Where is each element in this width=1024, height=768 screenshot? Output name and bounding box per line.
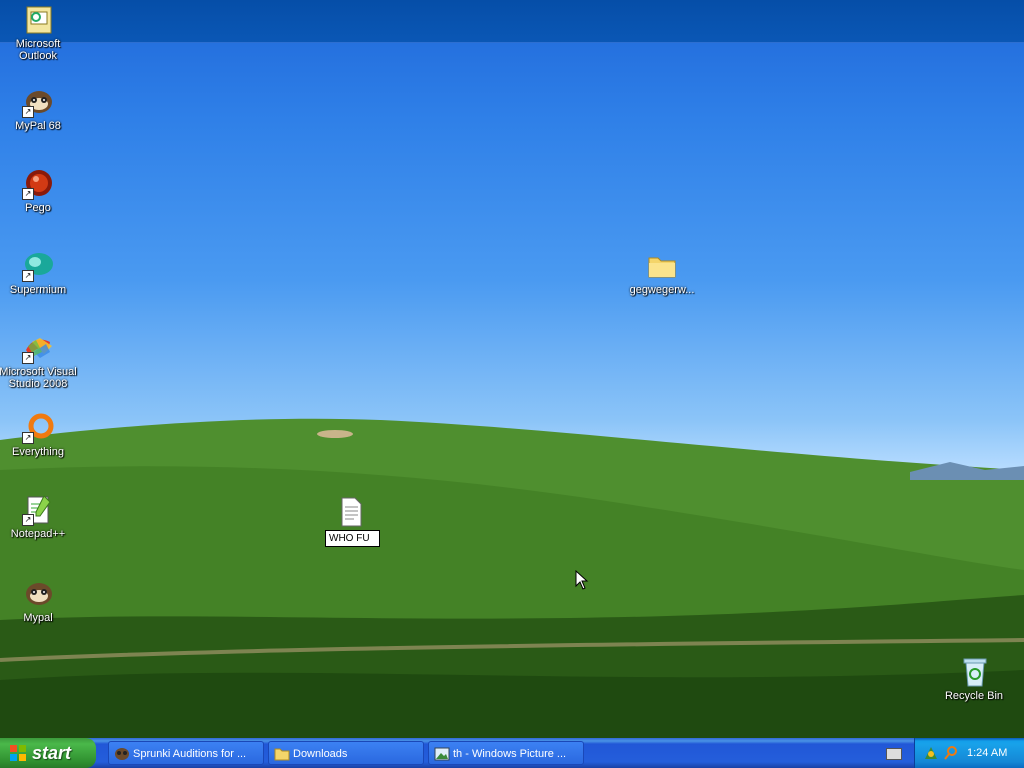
- visual-studio-icon: ↗: [22, 332, 54, 364]
- desktop-icon-label: Mypal: [23, 612, 53, 624]
- pego-icon: ↗: [22, 168, 54, 200]
- shortcut-arrow-icon: ↗: [22, 270, 34, 282]
- recycle-bin-icon: [958, 656, 990, 688]
- shortcut-arrow-icon: ↗: [22, 106, 34, 118]
- clock[interactable]: 1:24 AM: [967, 738, 1007, 768]
- taskbar-button-label: Sprunki Auditions for ...: [133, 748, 247, 760]
- desktop-icon-label: Everything: [12, 446, 64, 458]
- supermium-icon: ↗: [22, 250, 54, 282]
- desktop-folder[interactable]: gegwegerw...: [621, 250, 703, 296]
- desktop-icon-label: Microsoft Outlook: [15, 38, 61, 62]
- top-band: [0, 0, 1024, 43]
- shortcut-arrow-icon: ↗: [22, 188, 34, 200]
- taskbar-button-downloads[interactable]: Downloads: [268, 741, 424, 765]
- desktop-file-renaming[interactable]: [309, 496, 391, 530]
- taskbar: start Sprunki Auditions for ... Download…: [0, 738, 1024, 768]
- search-icon[interactable]: [943, 745, 959, 761]
- shortcut-arrow-icon: ↗: [22, 352, 34, 364]
- system-tray: 1:24 AM: [914, 738, 1024, 768]
- taskbar-button-label: Downloads: [293, 748, 348, 760]
- outlook-icon: [22, 4, 54, 36]
- text-document-icon: [334, 496, 366, 528]
- start-label: start: [32, 743, 72, 763]
- desktop-icon-visual-studio[interactable]: ↗ Microsoft Visual Studio 2008: [0, 332, 79, 390]
- desktop-icon-outlook[interactable]: Microsoft Outlook: [0, 4, 79, 62]
- folder-icon: [274, 748, 290, 761]
- wallpaper-hills: [0, 418, 1024, 768]
- desktop-icon-mypal[interactable]: Mypal: [0, 578, 79, 624]
- desktop-icon-everything[interactable]: ↗ Everything: [0, 412, 79, 458]
- desktop-icon-recycle-bin[interactable]: Recycle Bin: [933, 656, 1015, 702]
- desktop-icon-label: gegwegerw...: [629, 284, 695, 296]
- taskbar-button-label: th - Windows Picture ...: [453, 748, 567, 760]
- desktop-icon-pego[interactable]: ↗ Pego: [0, 168, 79, 214]
- mypal-icon: [115, 748, 129, 760]
- keyboard-icon[interactable]: [886, 748, 902, 760]
- desktop-icon-label: Microsoft Visual Studio 2008: [0, 366, 77, 390]
- desktop-icon-label: Pego: [25, 202, 51, 214]
- desktop-icon-label: Supermium: [9, 284, 67, 296]
- taskbar-button-sprunki[interactable]: Sprunki Auditions for ...: [108, 741, 264, 765]
- rename-input[interactable]: WHO FU: [325, 530, 380, 547]
- desktop-wallpaper: [0, 0, 1024, 768]
- network-icon[interactable]: [923, 745, 939, 761]
- start-button[interactable]: start: [0, 738, 96, 768]
- everything-icon: ↗: [22, 412, 54, 444]
- folder-icon: [646, 250, 678, 282]
- shortcut-arrow-icon: ↗: [22, 514, 34, 526]
- taskbar-button-picture-viewer[interactable]: th - Windows Picture ...: [428, 741, 584, 765]
- desktop-icon-label: MyPal 68: [15, 120, 61, 132]
- desktop-icon-label: Recycle Bin: [944, 690, 1004, 702]
- desktop-icon-mypal68[interactable]: ↗ MyPal 68: [0, 86, 79, 132]
- windows-logo-icon: [10, 745, 26, 761]
- shortcut-arrow-icon: ↗: [22, 432, 34, 444]
- notepadpp-icon: ↗: [22, 494, 54, 526]
- mypal-icon: ↗: [22, 86, 54, 118]
- desktop-icon-supermium[interactable]: ↗ Supermium: [0, 250, 79, 296]
- mouse-cursor-icon: [575, 570, 589, 590]
- picture-viewer-icon: [434, 747, 450, 761]
- desktop-icon-notepadpp[interactable]: ↗ Notepad++: [0, 494, 79, 540]
- desktop-icon-label: Notepad++: [10, 528, 66, 540]
- mypal-icon: [22, 578, 54, 610]
